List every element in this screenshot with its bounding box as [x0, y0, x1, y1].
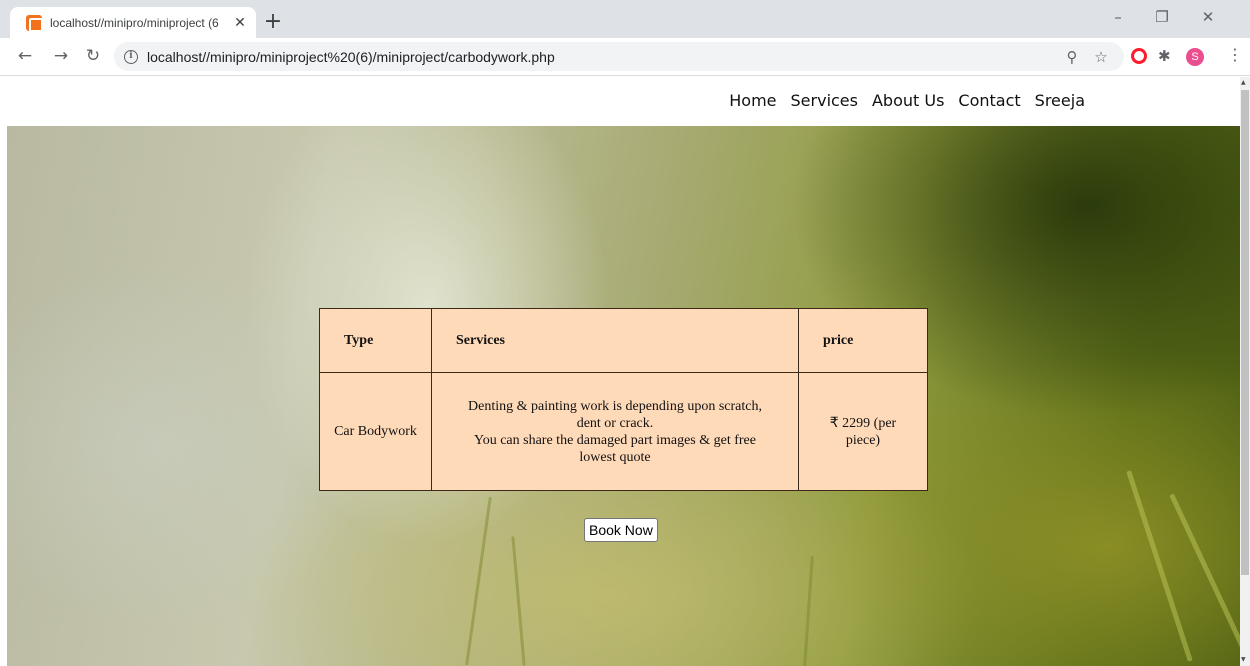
- url-text[interactable]: localhost//minipro/miniproject%20(6)/min…: [147, 49, 555, 65]
- restore-icon[interactable]: ❐: [1150, 8, 1174, 26]
- scroll-down-arrow-icon[interactable]: ▼: [1241, 656, 1246, 663]
- nav-links: Home Services About Us Contact Sreeja: [729, 91, 1085, 110]
- header-services: Services: [431, 308, 799, 373]
- grass-blade: [803, 556, 814, 666]
- address-bar[interactable]: i localhost//minipro/miniproject%20(6)/m…: [114, 42, 1124, 71]
- menu-icon[interactable]: ⋮: [1227, 45, 1243, 64]
- tab-close-icon[interactable]: ✕: [232, 15, 248, 31]
- top-navigation: Home Services About Us Contact Sreeja: [0, 77, 1240, 126]
- services-line-1: Denting & painting work is depending upo…: [468, 398, 762, 431]
- xampp-favicon-icon: [26, 14, 43, 32]
- opera-icon[interactable]: [1131, 48, 1147, 64]
- page-viewport: Home Services About Us Contact Sreeja Ty…: [0, 77, 1240, 666]
- star-icon[interactable]: ☆: [1091, 48, 1111, 66]
- table-row: Car Bodywork Denting & painting work is …: [319, 372, 928, 491]
- reload-icon[interactable]: ↻: [82, 46, 104, 66]
- nav-link-user[interactable]: Sreeja: [1035, 91, 1085, 110]
- new-tab-button[interactable]: +: [262, 11, 284, 33]
- grass-blade: [511, 536, 526, 666]
- browser-tab[interactable]: localhost//minipro/miniproject (6 ✕: [10, 7, 256, 38]
- scrollbar-thumb[interactable]: [1241, 90, 1249, 575]
- puzzle-icon[interactable]: ✱: [1158, 47, 1171, 65]
- zoom-icon[interactable]: ⚲: [1062, 48, 1082, 66]
- tab-strip: localhost//minipro/miniproject (6 ✕ + – …: [0, 0, 1250, 38]
- header-price: price: [798, 308, 928, 373]
- back-icon[interactable]: ←: [14, 46, 36, 66]
- nav-link-home[interactable]: Home: [729, 91, 776, 110]
- browser-toolbar: ← → ↻ i localhost//minipro/miniproject%2…: [0, 38, 1250, 76]
- services-table: Type Services price Car Bodywork Denting…: [319, 308, 928, 491]
- cell-type: Car Bodywork: [319, 372, 432, 491]
- window-close-icon[interactable]: ✕: [1196, 8, 1220, 26]
- minimize-icon[interactable]: –: [1106, 8, 1130, 26]
- book-now-button[interactable]: Book Now: [584, 518, 658, 542]
- table-header-row: Type Services price: [319, 308, 928, 373]
- nav-link-contact[interactable]: Contact: [958, 91, 1020, 110]
- cell-price: ₹ 2299 (per piece): [798, 372, 928, 491]
- tab-title: localhost//minipro/miniproject (6: [50, 15, 219, 30]
- nav-link-services[interactable]: Services: [791, 91, 858, 110]
- grass-blade: [465, 496, 492, 666]
- grass-blade: [1126, 470, 1193, 662]
- forward-icon[interactable]: →: [50, 46, 72, 66]
- scroll-up-arrow-icon[interactable]: ▲: [1241, 79, 1246, 86]
- services-line-2: You can share the damaged part images & …: [474, 432, 756, 465]
- cell-services: Denting & painting work is depending upo…: [431, 372, 799, 491]
- profile-avatar[interactable]: S: [1186, 48, 1204, 66]
- info-icon[interactable]: i: [124, 49, 138, 64]
- nav-link-about-us[interactable]: About Us: [872, 91, 944, 110]
- header-type: Type: [319, 308, 432, 373]
